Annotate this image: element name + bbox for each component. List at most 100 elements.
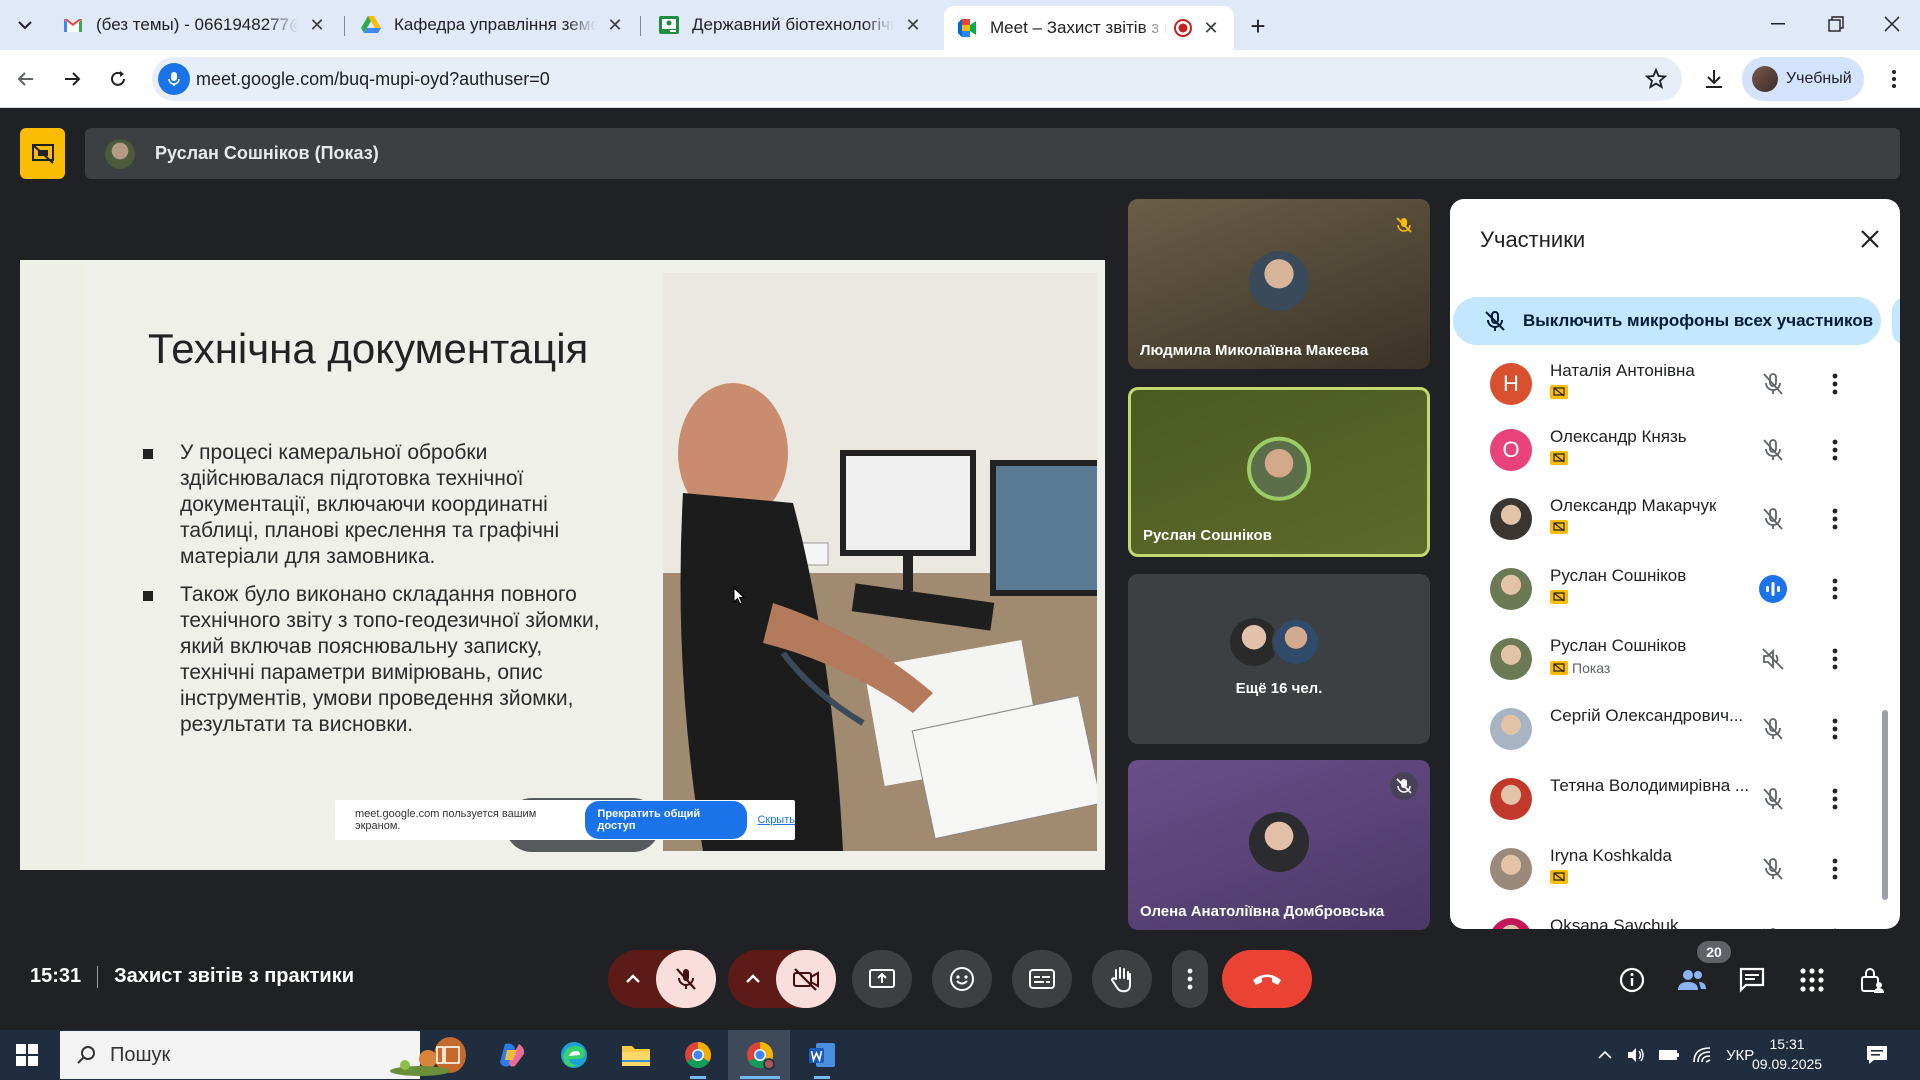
participant-row[interactable]: Руслан Сошніков Показ: [1450, 624, 1890, 694]
host-controls-button[interactable]: [1852, 960, 1892, 1000]
downloads-button[interactable]: [1698, 63, 1730, 95]
close-icon[interactable]: ✕: [1200, 17, 1222, 39]
mic-off-icon[interactable]: [1758, 924, 1788, 929]
more-vert-icon[interactable]: [1820, 574, 1850, 604]
browser-menu-button[interactable]: [1878, 63, 1910, 95]
more-vert-icon[interactable]: [1820, 644, 1850, 674]
camera-toggle-button[interactable]: [776, 950, 836, 1008]
scrollbar[interactable]: [1882, 710, 1888, 900]
mic-toggle-button[interactable]: [656, 950, 716, 1008]
chrome-profile-taskbar-icon[interactable]: [742, 1037, 778, 1073]
more-vert-icon[interactable]: [1820, 784, 1850, 814]
minimize-button[interactable]: [1748, 0, 1808, 48]
videocam-off-icon: [793, 968, 819, 991]
wifi-icon[interactable]: [1692, 1046, 1712, 1064]
participant-row[interactable]: Iryna Koshkalda: [1450, 834, 1890, 904]
file-explorer-taskbar-icon[interactable]: [618, 1037, 654, 1073]
speaking-indicator-icon[interactable]: [1758, 574, 1788, 604]
mic-off-icon[interactable]: [1758, 369, 1788, 399]
word-taskbar-icon[interactable]: [804, 1037, 840, 1073]
start-button[interactable]: [12, 1040, 42, 1070]
chrome-taskbar-icon[interactable]: [680, 1037, 716, 1073]
participant-row[interactable]: Олександр Макарчук: [1450, 484, 1890, 554]
more-vert-icon[interactable]: [1820, 714, 1850, 744]
participants-button[interactable]: [1672, 960, 1712, 1000]
mic-off-icon[interactable]: [1758, 784, 1788, 814]
volume-off-icon[interactable]: [1758, 644, 1788, 674]
close-icon[interactable]: ✕: [902, 14, 924, 36]
mic-off-icon[interactable]: [1758, 714, 1788, 744]
mic-off-icon[interactable]: [1758, 854, 1788, 884]
participant-tile[interactable]: Людмила Миколаївна Макеєва: [1128, 199, 1430, 369]
mute-all-button[interactable]: Выключить микрофоны всех участников: [1453, 297, 1881, 345]
panel-edge-button[interactable]: [1892, 297, 1900, 345]
participant-row[interactable]: О Олександр Князь: [1450, 415, 1890, 485]
reactions-button[interactable]: [932, 950, 992, 1008]
participant-tile[interactable]: Олена Анатоліївна Домбровська: [1128, 760, 1430, 930]
slide-left-strip: [20, 260, 83, 870]
mic-off-icon[interactable]: [1758, 435, 1788, 465]
participant-status: Показ: [1572, 660, 1611, 676]
participant-tile-active[interactable]: Руслан Сошніков: [1128, 387, 1430, 557]
close-panel-button[interactable]: [1854, 223, 1886, 255]
present-screen-button[interactable]: [852, 950, 912, 1008]
captions-button[interactable]: [1012, 950, 1072, 1008]
bookmark-star-icon[interactable]: [1644, 67, 1668, 91]
tab-drive[interactable]: Кафедра управління земельни ✕: [348, 6, 638, 44]
hide-banner-link[interactable]: Скрыть: [757, 814, 795, 826]
raise-hand-button[interactable]: [1092, 950, 1152, 1008]
battery-icon[interactable]: [1658, 1048, 1680, 1062]
leave-call-button[interactable]: [1222, 950, 1312, 1008]
tab-classroom[interactable]: Державний біотехнологічний у ✕: [646, 6, 936, 44]
forward-button[interactable]: [56, 63, 88, 95]
profile-chip[interactable]: Учебный: [1742, 57, 1864, 101]
gmail-icon: [64, 19, 82, 32]
more-participants-tile[interactable]: Ещё 16 чел.: [1128, 574, 1430, 744]
mouse-cursor-icon: [733, 587, 745, 605]
audio-options-button[interactable]: [618, 964, 648, 994]
back-button[interactable]: [10, 63, 42, 95]
more-options-button[interactable]: [1172, 950, 1208, 1008]
meeting-details-button[interactable]: [1612, 960, 1652, 1000]
close-icon[interactable]: ✕: [306, 14, 328, 36]
mic-off-icon[interactable]: [1758, 504, 1788, 534]
tab-meet[interactable]: Meet – Захист звітів з прак ✕: [944, 6, 1234, 50]
close-icon[interactable]: ✕: [604, 14, 626, 36]
mic-in-use-icon[interactable]: [158, 63, 190, 95]
participant-row[interactable]: Н Наталія Антонівна: [1450, 359, 1890, 419]
participant-row[interactable]: Руслан Сошніков: [1450, 554, 1890, 624]
participant-row[interactable]: Сергій Олександрович...: [1450, 694, 1890, 764]
participant-row[interactable]: Тетяна Володимирівна ...: [1450, 764, 1890, 834]
participant-name: Сергій Олександрович...: [1550, 706, 1744, 725]
participant-row[interactable]: Oksana Savchuk: [1450, 904, 1890, 929]
language-indicator[interactable]: УКР: [1726, 1047, 1754, 1064]
volume-icon[interactable]: [1626, 1046, 1646, 1064]
tab-search-dropdown[interactable]: [10, 10, 40, 40]
edge-taskbar-icon[interactable]: [556, 1037, 592, 1073]
stop-sharing-button[interactable]: Прекратить общий доступ: [585, 801, 748, 839]
video-options-button[interactable]: [738, 964, 768, 994]
more-vert-icon[interactable]: [1820, 924, 1850, 929]
chevron-up-icon[interactable]: [1598, 1050, 1612, 1060]
more-vert-icon[interactable]: [1820, 435, 1850, 465]
activities-button[interactable]: [1792, 960, 1832, 1000]
more-vert-icon[interactable]: [1820, 369, 1850, 399]
more-vert-icon[interactable]: [1820, 504, 1850, 534]
taskbar-search[interactable]: Пошук: [60, 1031, 466, 1079]
tab-title: (без темы) - 0661948277@btu.: [96, 15, 298, 34]
task-view-button[interactable]: [430, 1037, 466, 1073]
participant-name: Олександр Князь: [1550, 427, 1687, 446]
more-vert-icon[interactable]: [1820, 854, 1850, 884]
close-window-button[interactable]: [1862, 0, 1920, 48]
tab-gmail[interactable]: (без темы) - 0661948277@btu. ✕: [50, 6, 340, 44]
notifications-button[interactable]: [1862, 1040, 1892, 1070]
taskbar-clock[interactable]: 15:31 09.09.2025: [1752, 1034, 1822, 1074]
reload-button[interactable]: [102, 63, 134, 95]
chat-button[interactable]: [1732, 960, 1772, 1000]
new-tab-button[interactable]: +: [1242, 10, 1274, 42]
presenting-indicator[interactable]: [20, 128, 65, 179]
participant-name: Руслан Сошніков: [1550, 636, 1687, 655]
restore-button[interactable]: [1806, 0, 1866, 48]
copilot-taskbar-icon[interactable]: [494, 1037, 530, 1073]
omnibox[interactable]: meet.google.com/buq-mupi-oyd?authuser=0: [152, 57, 1682, 101]
